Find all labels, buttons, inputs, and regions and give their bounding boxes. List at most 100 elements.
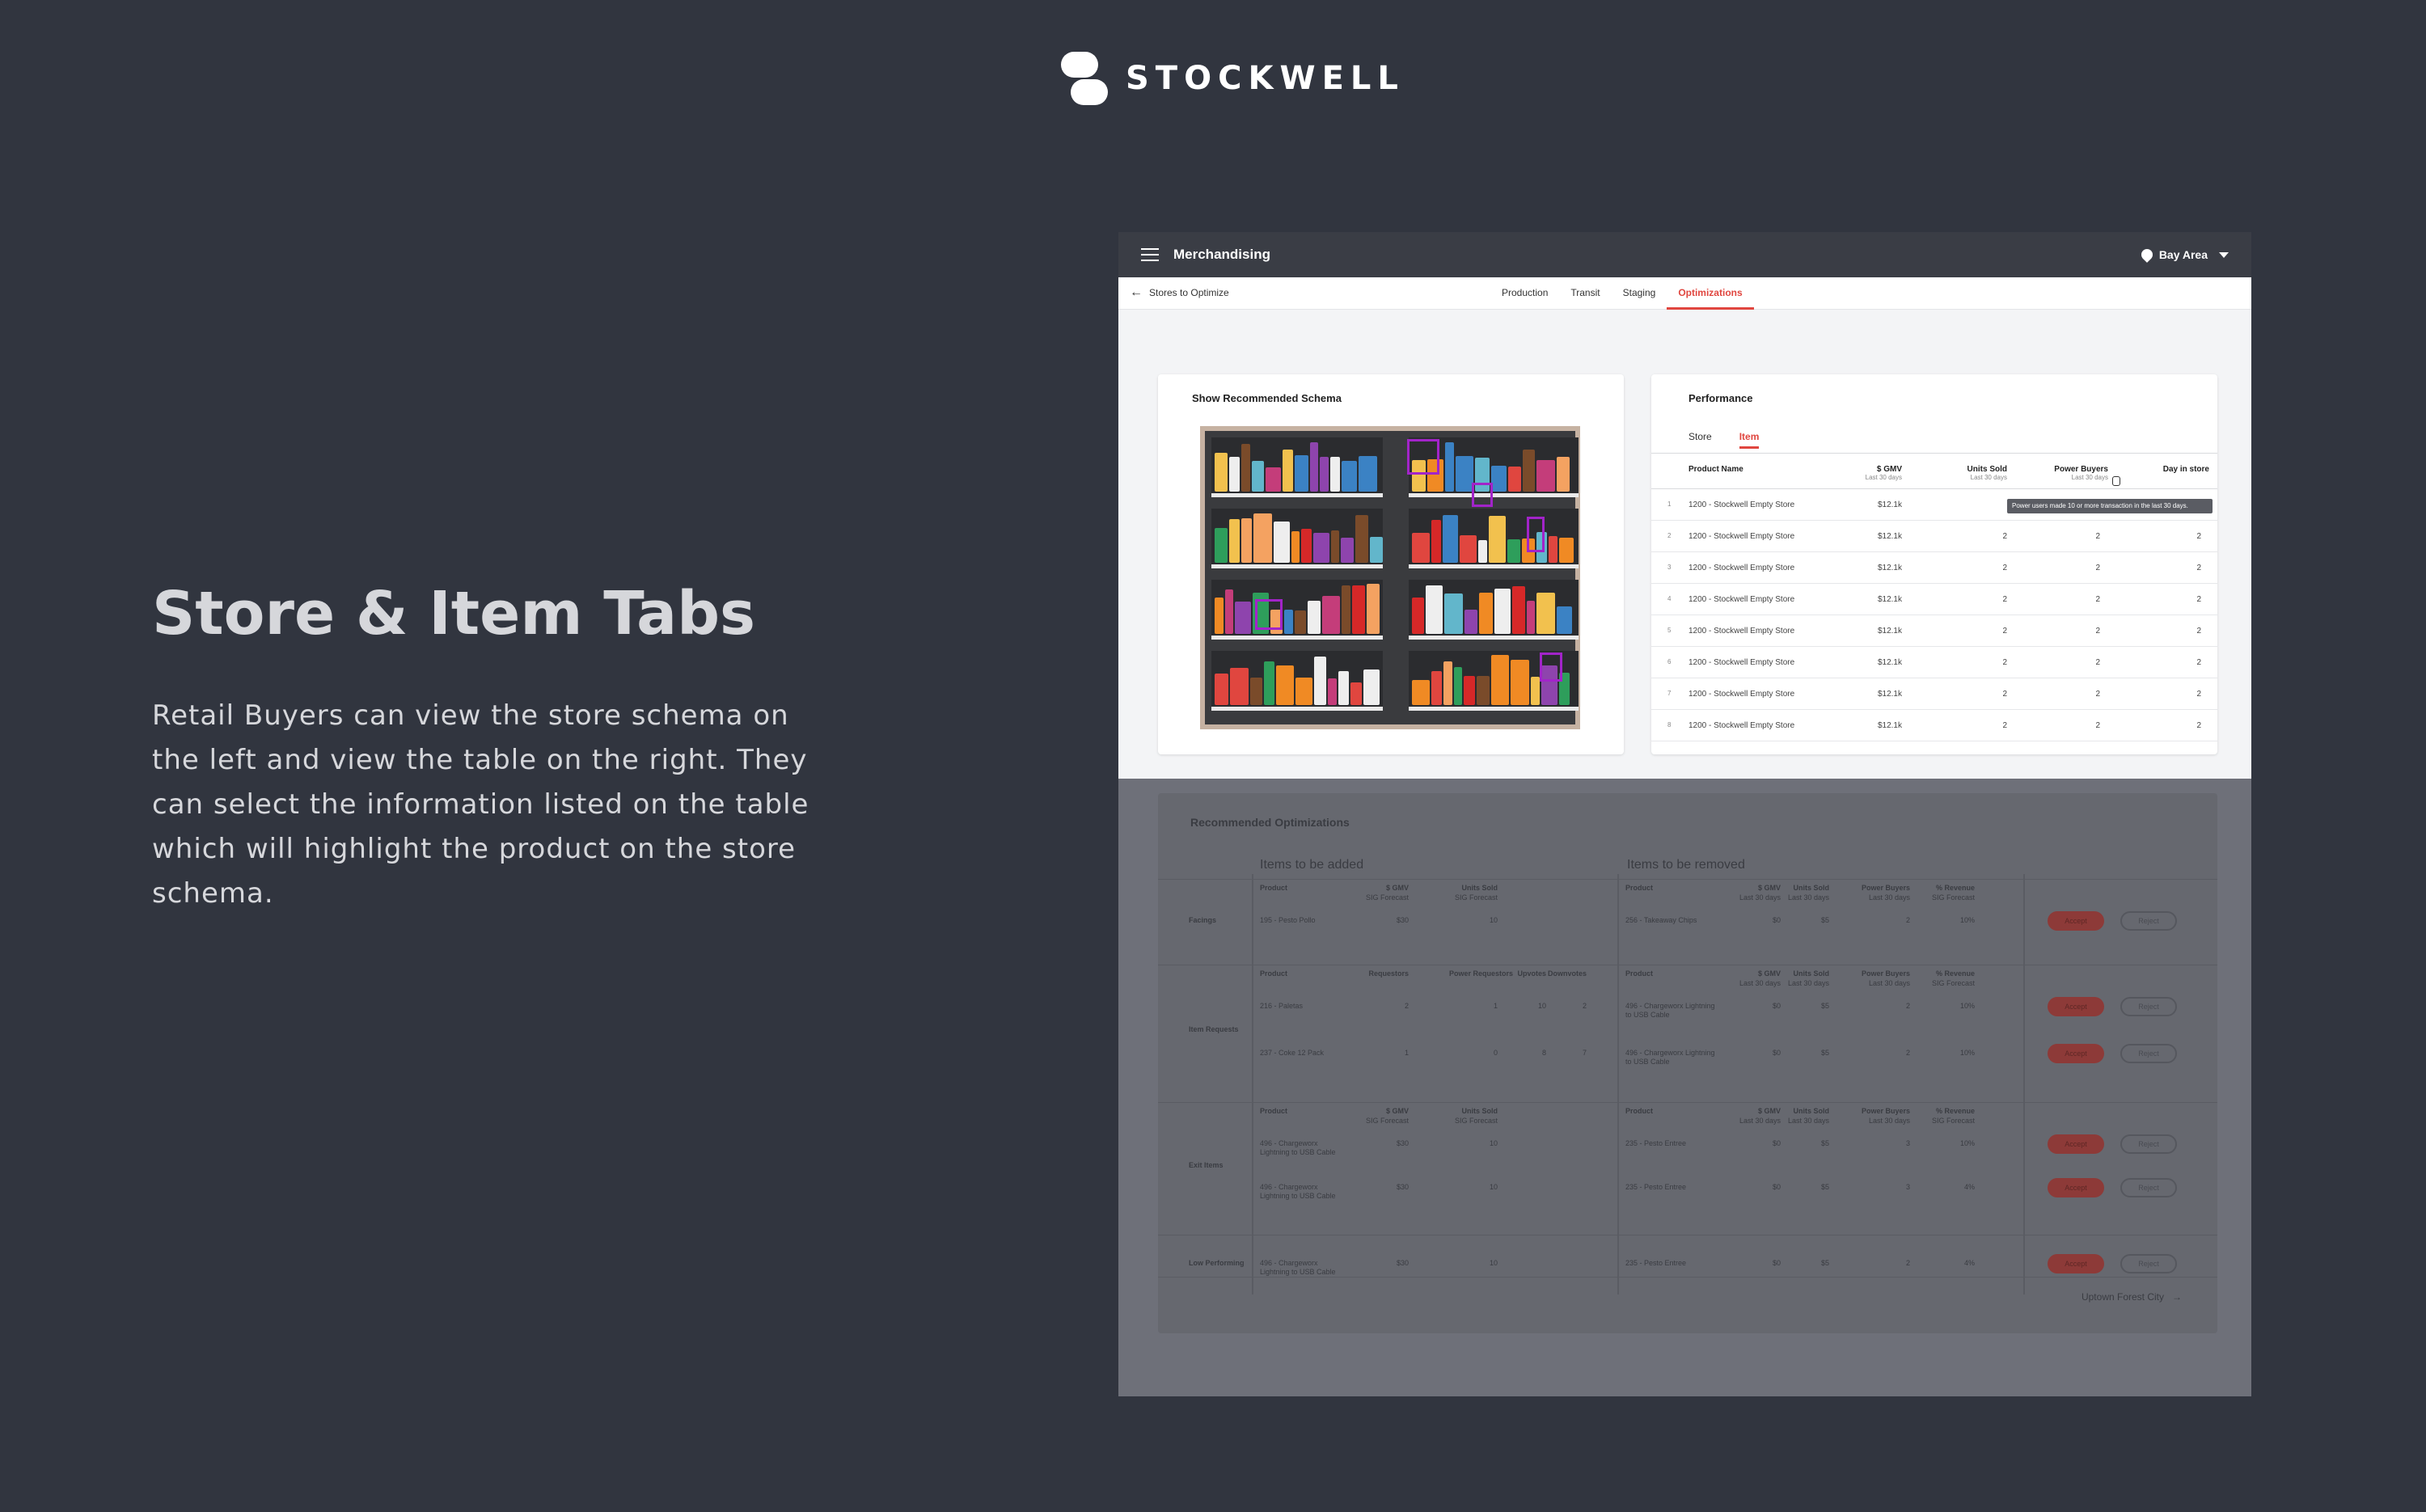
product[interactable] [1320, 457, 1329, 492]
product[interactable] [1412, 680, 1430, 705]
product[interactable] [1412, 598, 1424, 634]
product[interactable] [1454, 667, 1462, 705]
product[interactable] [1235, 602, 1251, 634]
product[interactable] [1491, 655, 1509, 705]
product[interactable] [1308, 601, 1321, 634]
table-row[interactable]: 7 1200 - Stockwell Empty Store $12.1k 2 2 2 [1651, 678, 2217, 710]
product[interactable] [1276, 665, 1294, 705]
product[interactable] [1229, 519, 1240, 563]
product[interactable] [1225, 589, 1233, 634]
product[interactable] [1478, 540, 1487, 563]
product[interactable] [1215, 674, 1228, 705]
reject-button[interactable]: Reject [2120, 1254, 2177, 1273]
product[interactable] [1241, 444, 1250, 492]
table-row[interactable]: 2 1200 - Stockwell Empty Store $12.1k 2 2 2 [1651, 521, 2217, 552]
tab-staging[interactable]: Staging [1612, 277, 1667, 310]
highlighted-product[interactable] [1407, 439, 1439, 475]
product[interactable] [1412, 533, 1430, 563]
product[interactable] [1331, 530, 1339, 563]
product[interactable] [1559, 538, 1574, 563]
product[interactable] [1359, 456, 1377, 492]
product[interactable] [1241, 518, 1252, 563]
product[interactable] [1310, 442, 1318, 492]
product[interactable] [1443, 515, 1458, 563]
product[interactable] [1284, 610, 1293, 634]
tab-store[interactable]: Store [1688, 431, 1712, 449]
highlighted-product[interactable] [1527, 517, 1545, 552]
tab-transit[interactable]: Transit [1559, 277, 1611, 310]
table-row[interactable]: 3 1200 - Stockwell Empty Store $12.1k 2 2 2 [1651, 552, 2217, 584]
highlighted-product[interactable] [1255, 599, 1283, 630]
column-header[interactable]: Power Buyers Last 30 days [2052, 465, 2108, 481]
region-selector[interactable]: Bay Area [2138, 247, 2229, 263]
product[interactable] [1274, 522, 1290, 563]
table-row[interactable]: 6 1200 - Stockwell Empty Store $12.1k 2 2 2 [1651, 647, 2217, 678]
product[interactable] [1328, 678, 1337, 705]
accept-button[interactable]: Accept [2048, 1178, 2104, 1197]
product[interactable] [1350, 682, 1362, 705]
product[interactable] [1363, 669, 1380, 705]
product[interactable] [1215, 453, 1228, 492]
product[interactable] [1464, 676, 1475, 705]
product[interactable] [1253, 513, 1272, 563]
reject-button[interactable]: Reject [2120, 997, 2177, 1016]
tab-production[interactable]: Production [1490, 277, 1559, 310]
product[interactable] [1264, 661, 1274, 705]
product[interactable] [1443, 661, 1452, 705]
product[interactable] [1291, 531, 1300, 563]
product[interactable] [1252, 461, 1264, 492]
product[interactable] [1456, 456, 1473, 492]
highlighted-product[interactable] [1472, 483, 1493, 507]
product[interactable] [1330, 457, 1340, 492]
product[interactable] [1523, 450, 1535, 492]
next-store-link[interactable]: Uptown Forest City → [2082, 1291, 2182, 1303]
product[interactable] [1445, 442, 1454, 492]
product[interactable] [1301, 529, 1312, 563]
product[interactable] [1536, 460, 1555, 492]
product[interactable] [1431, 671, 1442, 705]
product[interactable] [1266, 467, 1281, 492]
product[interactable] [1508, 467, 1521, 492]
reject-button[interactable]: Reject [2120, 1044, 2177, 1063]
table-row[interactable]: 5 1200 - Stockwell Empty Store $12.1k 2 2 2 [1651, 615, 2217, 647]
column-header[interactable]: Product Name [1688, 465, 1786, 474]
product[interactable] [1479, 593, 1493, 634]
product[interactable] [1557, 457, 1570, 492]
reject-button[interactable]: Reject [2120, 1134, 2177, 1154]
product[interactable] [1250, 678, 1262, 705]
reject-button[interactable]: Reject [2120, 1178, 2177, 1197]
column-header[interactable]: Units Sold Last 30 days [1959, 465, 2007, 481]
product[interactable] [1355, 515, 1368, 563]
product[interactable] [1314, 657, 1326, 705]
product[interactable] [1489, 516, 1506, 563]
product[interactable] [1342, 585, 1350, 634]
reject-button[interactable]: Reject [2120, 911, 2177, 931]
product[interactable] [1426, 585, 1443, 634]
accept-button[interactable]: Accept [2048, 997, 2104, 1016]
product[interactable] [1313, 533, 1329, 563]
accept-button[interactable]: Accept [2048, 1254, 2104, 1273]
column-header[interactable]: Day in store [2153, 465, 2209, 474]
product[interactable] [1367, 584, 1380, 634]
product[interactable] [1511, 660, 1529, 705]
schema-title[interactable]: Show Recommended Schema [1192, 392, 1342, 404]
accept-button[interactable]: Accept [2048, 911, 2104, 931]
store-schema-image[interactable] [1200, 426, 1580, 729]
product[interactable] [1491, 466, 1507, 492]
menu-icon[interactable] [1141, 248, 1159, 261]
product[interactable] [1536, 593, 1555, 634]
product[interactable] [1229, 457, 1240, 492]
product[interactable] [1464, 610, 1477, 634]
product[interactable] [1295, 678, 1312, 705]
product[interactable] [1230, 668, 1249, 705]
product[interactable] [1215, 598, 1224, 634]
column-header[interactable]: $ GMV Last 30 days [1862, 465, 1902, 481]
product[interactable] [1341, 538, 1354, 563]
product[interactable] [1477, 676, 1490, 705]
accept-button[interactable]: Accept [2048, 1134, 2104, 1154]
product[interactable] [1338, 671, 1349, 705]
product[interactable] [1295, 455, 1308, 492]
back-link[interactable]: ← Stores to Optimize [1130, 286, 1229, 299]
product[interactable] [1531, 677, 1540, 705]
product[interactable] [1527, 601, 1535, 634]
